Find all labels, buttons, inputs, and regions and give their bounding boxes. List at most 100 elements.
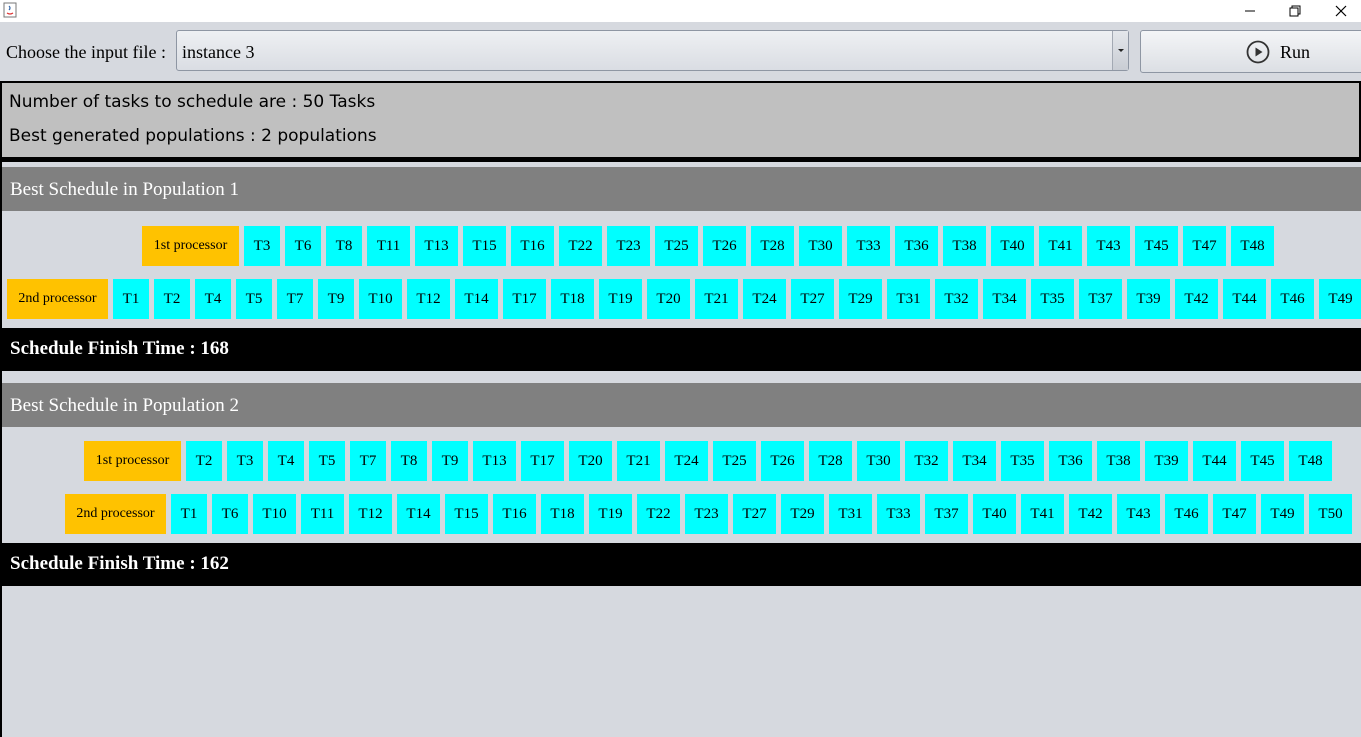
- java-icon: [3, 2, 17, 18]
- task-cell: T41: [1021, 494, 1064, 534]
- task-cell: T8: [391, 441, 427, 481]
- task-cell: T7: [277, 279, 313, 319]
- task-cell: T41: [1039, 226, 1082, 266]
- task-cell: T10: [359, 279, 402, 319]
- task-cell: T6: [285, 226, 321, 266]
- task-cell: T2: [154, 279, 190, 319]
- task-cell: T37: [925, 494, 968, 534]
- summary-panel: Number of tasks to schedule are : 50 Tas…: [0, 81, 1361, 159]
- task-cell: T19: [599, 279, 642, 319]
- task-cell: T25: [713, 441, 756, 481]
- task-cell: T43: [1087, 226, 1130, 266]
- task-cell: T32: [935, 279, 978, 319]
- task-cell: T40: [991, 226, 1034, 266]
- play-icon: [1246, 40, 1270, 64]
- left-border: [0, 159, 2, 737]
- restore-icon[interactable]: [1272, 0, 1318, 22]
- input-file-select[interactable]: instance 3: [176, 30, 1129, 71]
- task-cell: T27: [733, 494, 776, 534]
- task-cell: T44: [1223, 279, 1266, 319]
- task-cell: T35: [1001, 441, 1044, 481]
- task-cell: T38: [943, 226, 986, 266]
- task-cell: T34: [953, 441, 996, 481]
- task-cell: T27: [791, 279, 834, 319]
- population-title: Best Schedule in Population 1: [10, 179, 240, 200]
- task-cell: T28: [809, 441, 852, 481]
- task-cell: T42: [1175, 279, 1218, 319]
- task-cell: T48: [1231, 226, 1274, 266]
- population-title: Best Schedule in Population 2: [10, 395, 240, 416]
- task-cell: T7: [350, 441, 386, 481]
- finish-time-text: Schedule Finish Time : 168: [10, 338, 229, 359]
- task-cell: T23: [685, 494, 728, 534]
- task-cell: T36: [895, 226, 938, 266]
- task-cell: T11: [367, 226, 410, 266]
- minimize-icon[interactable]: [1227, 0, 1273, 22]
- task-cell: T48: [1289, 441, 1332, 481]
- chevron-down-icon[interactable]: [1112, 31, 1128, 70]
- processor-label: 1st processor: [142, 226, 239, 266]
- task-cell: T46: [1271, 279, 1314, 319]
- task-cell: T3: [244, 226, 280, 266]
- task-cell: T39: [1127, 279, 1170, 319]
- task-cell: T50: [1309, 494, 1352, 534]
- run-label: Run: [1280, 42, 1311, 62]
- task-cell: T18: [551, 279, 594, 319]
- processor-label: 1st processor: [84, 441, 181, 481]
- task-cell: T16: [511, 226, 554, 266]
- task-cell: T47: [1183, 226, 1226, 266]
- task-count-text: Number of tasks to schedule are : 50 Tas…: [9, 92, 376, 112]
- population-header: Best Schedule in Population 1: [2, 167, 1361, 211]
- task-cell: T25: [655, 226, 698, 266]
- task-cell: T14: [397, 494, 440, 534]
- task-cell: T28: [751, 226, 794, 266]
- task-cell: T22: [637, 494, 680, 534]
- task-cell: T15: [463, 226, 506, 266]
- task-cell: T49: [1319, 279, 1361, 319]
- task-cell: T42: [1069, 494, 1112, 534]
- task-cell: T20: [569, 441, 612, 481]
- task-cell: T19: [589, 494, 632, 534]
- task-cell: T8: [326, 226, 362, 266]
- divider: [0, 159, 1361, 162]
- task-cell: T10: [253, 494, 296, 534]
- task-cell: T13: [473, 441, 516, 481]
- task-cell: T26: [703, 226, 746, 266]
- task-cell: T20: [647, 279, 690, 319]
- task-cell: T33: [847, 226, 890, 266]
- finish-time-bar: Schedule Finish Time : 162: [2, 543, 1361, 586]
- population-header: Best Schedule in Population 2: [2, 383, 1361, 427]
- task-cell: T21: [617, 441, 660, 481]
- task-cell: T13: [415, 226, 458, 266]
- population-count-text: Best generated populations : 2 populatio…: [9, 126, 377, 146]
- task-cell: T38: [1097, 441, 1140, 481]
- task-cell: T35: [1031, 279, 1074, 319]
- task-cell: T30: [799, 226, 842, 266]
- task-cell: T9: [432, 441, 468, 481]
- task-cell: T5: [309, 441, 345, 481]
- task-cell: T1: [171, 494, 207, 534]
- task-cell: T40: [973, 494, 1016, 534]
- task-cell: T22: [559, 226, 602, 266]
- task-cell: T6: [212, 494, 248, 534]
- choose-file-label: Choose the input file :: [6, 42, 166, 62]
- task-cell: T45: [1135, 226, 1178, 266]
- task-cell: T5: [236, 279, 272, 319]
- task-cell: T1: [113, 279, 149, 319]
- run-button[interactable]: Run: [1140, 30, 1361, 73]
- task-cell: T17: [521, 441, 564, 481]
- close-icon[interactable]: [1318, 0, 1361, 22]
- task-cell: T34: [983, 279, 1026, 319]
- task-cell: T3: [227, 441, 263, 481]
- task-cell: T12: [349, 494, 392, 534]
- task-cell: T29: [781, 494, 824, 534]
- task-cell: T24: [743, 279, 786, 319]
- selected-file-value: instance 3: [182, 42, 255, 62]
- task-cell: T39: [1145, 441, 1188, 481]
- task-cell: T4: [195, 279, 231, 319]
- task-cell: T14: [455, 279, 498, 319]
- finish-time-text: Schedule Finish Time : 162: [10, 553, 229, 574]
- task-cell: T33: [877, 494, 920, 534]
- processor-label: 2nd processor: [65, 494, 166, 534]
- task-cell: T45: [1241, 441, 1284, 481]
